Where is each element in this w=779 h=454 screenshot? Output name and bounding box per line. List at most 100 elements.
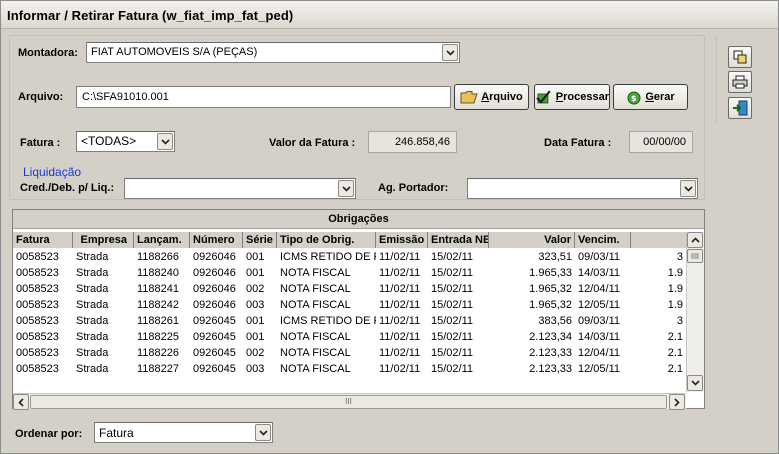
cell-valor: 2.123,33 bbox=[529, 347, 572, 359]
table-row[interactable]: 0058523 Strada 1188240 0926046 001 NOTA FISCA… bbox=[13, 265, 686, 281]
cell-entrada-ne: 15/02/11 bbox=[431, 251, 474, 263]
cell-extra: 3 bbox=[676, 251, 683, 263]
cell-numero: 0926045 bbox=[193, 315, 236, 327]
col-header-entrada-ne[interactable]: Entrada NE bbox=[428, 232, 489, 248]
arquivo-input[interactable]: C:\SFA91010.001 bbox=[76, 86, 451, 108]
fatura-label: Fatura : bbox=[20, 137, 61, 149]
chevron-down-icon[interactable] bbox=[442, 44, 458, 61]
cell-lancam: 1188261 bbox=[137, 315, 180, 327]
cell-numero: 0926046 bbox=[193, 267, 236, 279]
data-fatura-value: 00/00/00 bbox=[629, 131, 693, 153]
scroll-right-button[interactable] bbox=[669, 394, 685, 410]
cell-tipo: ICMS RETIDO DE PE bbox=[280, 251, 376, 263]
col-header-emissao[interactable]: Emissão bbox=[376, 232, 428, 248]
col-header-extra[interactable] bbox=[631, 232, 686, 248]
horizontal-scroll-thumb[interactable]: III bbox=[30, 395, 667, 409]
table-row[interactable]: 0058523 Strada 1188241 0926046 002 NOTA FISCA… bbox=[13, 281, 686, 297]
scroll-down-button[interactable] bbox=[687, 375, 703, 391]
cell-tipo: NOTA FISCAL bbox=[280, 363, 351, 375]
col-header-fatura[interactable]: Fatura bbox=[13, 232, 73, 248]
cell-extra: 1.9 bbox=[667, 267, 683, 279]
vertical-scrollbar[interactable] bbox=[686, 232, 704, 392]
arquivo-button[interactable]: Arquivo bbox=[454, 84, 529, 110]
arquivo-button-label: rquivo bbox=[489, 91, 523, 103]
table-row[interactable]: 0058523 Strada 1188227 0926045 003 NOTA FISCA… bbox=[13, 361, 686, 377]
cell-valor: 1.965,32 bbox=[529, 283, 572, 295]
chevron-left-icon bbox=[18, 397, 24, 407]
cell-emissao: 11/02/11 bbox=[379, 251, 421, 263]
grid-title: Obrigações bbox=[13, 210, 704, 229]
cell-vencim: 12/04/11 bbox=[578, 283, 621, 295]
cell-serie: 002 bbox=[246, 347, 265, 359]
portador-select[interactable] bbox=[467, 178, 698, 199]
chevron-down-icon[interactable] bbox=[338, 180, 354, 197]
cred-deb-select[interactable] bbox=[124, 178, 356, 199]
col-header-numero[interactable]: Número bbox=[190, 232, 243, 248]
valor-fatura-value: 246.858,46 bbox=[368, 131, 457, 153]
print-button[interactable] bbox=[728, 71, 752, 93]
cell-tipo: NOTA FISCAL bbox=[280, 331, 351, 343]
cell-fatura: 0058523 bbox=[16, 315, 59, 327]
main-window: Informar / Retirar Fatura (w_fiat_imp_fa… bbox=[0, 0, 779, 454]
chevron-down-icon[interactable] bbox=[680, 180, 696, 197]
grid-header: Fatura Empresa Lançam. Número Série Tipo… bbox=[13, 232, 686, 248]
cell-serie: 001 bbox=[246, 331, 265, 343]
cell-lancam: 1188225 bbox=[137, 331, 180, 343]
table-row[interactable]: 0058523 Strada 1188226 0926045 002 NOTA FISCA… bbox=[13, 345, 686, 361]
scroll-left-button[interactable] bbox=[13, 394, 29, 410]
cell-fatura: 0058523 bbox=[16, 363, 59, 375]
col-header-lancam[interactable]: Lançam. bbox=[134, 232, 190, 248]
table-row[interactable]: 0058523 Strada 1188242 0926046 003 NOTA FISCA… bbox=[13, 297, 686, 313]
window-title: Informar / Retirar Fatura (w_fiat_imp_fa… bbox=[1, 1, 778, 29]
cell-extra: 1.9 bbox=[667, 283, 683, 295]
cell-numero: 0926046 bbox=[193, 283, 236, 295]
cell-extra: 1.9 bbox=[667, 299, 683, 311]
gerar-button[interactable]: $ Gerar bbox=[613, 84, 688, 110]
chevron-down-icon[interactable] bbox=[157, 133, 173, 150]
fatura-select[interactable]: <TODAS> bbox=[76, 131, 175, 152]
cell-lancam: 1188227 bbox=[137, 363, 180, 375]
cell-emissao: 11/02/11 bbox=[379, 331, 421, 343]
arquivo-label: Arquivo: bbox=[18, 91, 64, 103]
copy-button[interactable] bbox=[728, 46, 752, 68]
horizontal-scrollbar[interactable]: III bbox=[13, 393, 686, 410]
gerar-button-label: erar bbox=[653, 91, 675, 103]
data-fatura-label: Data Fatura : bbox=[544, 137, 612, 149]
montadora-label: Montadora: bbox=[18, 47, 78, 59]
table-row[interactable]: 0058523 Strada 1188261 0926045 001 ICMS RETID… bbox=[13, 313, 686, 329]
cell-emissao: 11/02/11 bbox=[379, 299, 421, 311]
cell-lancam: 1188266 bbox=[137, 251, 180, 263]
cell-emissao: 11/02/11 bbox=[379, 283, 421, 295]
exit-door-icon bbox=[733, 100, 748, 116]
cell-emissao: 11/02/11 bbox=[379, 267, 421, 279]
cell-valor: 1.965,32 bbox=[529, 299, 572, 311]
chevron-down-icon bbox=[690, 380, 700, 386]
cell-fatura: 0058523 bbox=[16, 331, 59, 343]
cell-vencim: 09/03/11 bbox=[578, 251, 621, 263]
montadora-select[interactable]: FIAT AUTOMOVEIS S/A (PEÇAS) bbox=[86, 42, 460, 63]
vertical-scroll-thumb[interactable] bbox=[687, 249, 703, 263]
processar-button[interactable]: Processar bbox=[534, 84, 610, 110]
fatura-value: <TODAS> bbox=[81, 134, 137, 148]
scroll-up-button[interactable] bbox=[687, 232, 703, 248]
cell-emissao: 11/02/11 bbox=[379, 315, 421, 327]
svg-text:$: $ bbox=[631, 94, 637, 103]
valor-fatura-label: Valor da Fatura : bbox=[269, 137, 356, 149]
ordenar-select[interactable]: Fatura bbox=[94, 422, 273, 443]
table-row[interactable]: 0058523 Strada 1188225 0926045 001 NOTA FISCA… bbox=[13, 329, 686, 345]
exit-button[interactable] bbox=[728, 97, 752, 119]
cell-vencim: 12/05/11 bbox=[578, 363, 621, 375]
col-header-tipo[interactable]: Tipo de Obrig. bbox=[277, 232, 376, 248]
cell-empresa: Strada bbox=[76, 315, 109, 327]
cell-entrada-ne: 15/02/11 bbox=[431, 299, 474, 311]
cell-vencim: 12/05/11 bbox=[578, 299, 621, 311]
col-header-serie[interactable]: Série bbox=[243, 232, 277, 248]
col-header-vencim[interactable]: Vencim. bbox=[575, 232, 631, 248]
col-header-empresa[interactable]: Empresa bbox=[73, 232, 134, 248]
cell-entrada-ne: 15/02/11 bbox=[431, 347, 474, 359]
cell-tipo: NOTA FISCAL bbox=[280, 283, 351, 295]
table-row[interactable]: 0058523 Strada 1188266 0926046 001 ICMS RETID… bbox=[13, 249, 686, 265]
cell-empresa: Strada bbox=[76, 267, 109, 279]
col-header-valor[interactable]: Valor bbox=[489, 232, 575, 248]
chevron-down-icon[interactable] bbox=[255, 424, 271, 441]
